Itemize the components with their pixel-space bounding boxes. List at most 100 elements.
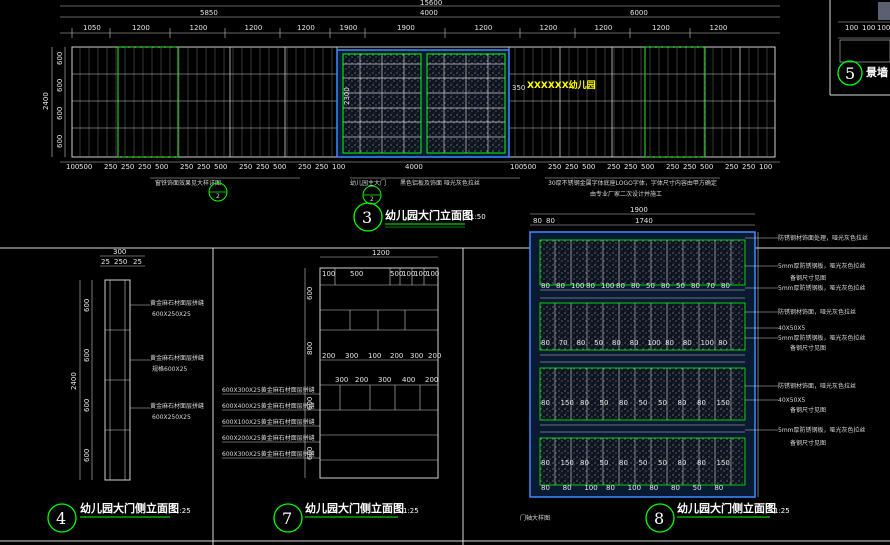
bottom-dim: 100 <box>510 163 523 171</box>
v8-dim: 80 <box>691 282 700 290</box>
gate-sign: XXXXXX幼儿园 <box>527 79 596 91</box>
svg-text:600X250X25: 600X250X25 <box>152 311 191 318</box>
v8-dim: 80 <box>619 399 628 407</box>
v8-size-tag: 备钢尺寸见图 <box>790 344 826 352</box>
svg-text:幼儿园大门侧立面图: 幼儿园大门侧立面图 <box>677 501 776 515</box>
top-seg-dim: 1200 <box>245 24 263 32</box>
v8-dim: 50 <box>676 282 685 290</box>
v8-note: 防锈钢材饰面，哑光灰色拉丝 <box>778 382 856 390</box>
v8-dim: 80 <box>661 282 670 290</box>
svg-text:1200: 1200 <box>372 249 390 257</box>
v7-dim: 500 <box>350 270 363 278</box>
svg-text:25: 25 <box>101 258 110 266</box>
bottom-dim: 500 <box>700 163 713 171</box>
bottom-dim: 250 <box>548 163 561 171</box>
v8-dim: 80 <box>683 339 692 347</box>
v8-dim: 80 <box>619 459 628 467</box>
v8-dim: 80 <box>612 339 621 347</box>
group-dim-center: 4000 <box>420 9 438 17</box>
bottom-dim: 250 <box>725 163 738 171</box>
left-total-height: 2400 <box>42 92 50 110</box>
ref-bubble-2b[interactable]: 2 <box>362 185 382 205</box>
svg-text:1:25: 1:25 <box>403 507 419 515</box>
top-seg-dim: 1200 <box>132 24 150 32</box>
svg-text:600X250X25: 600X250X25 <box>152 414 191 421</box>
bottom-dim: 500 <box>79 163 92 171</box>
view5: 100 100 100 5 景墙 <box>837 2 890 86</box>
v8-note: 40X50X5 <box>778 325 805 332</box>
gate <box>336 49 510 158</box>
svg-text:600: 600 <box>83 349 91 362</box>
v8-dim: 100 <box>601 282 614 290</box>
v7-dim: 300 <box>335 376 348 384</box>
bottom-dim: 250 <box>683 163 696 171</box>
svg-text:2400: 2400 <box>70 372 78 390</box>
v7-dim: 200 <box>425 376 438 384</box>
v8-dim: 100 <box>647 339 660 347</box>
v8-dim: 50 <box>646 282 655 290</box>
v8-dim: 70 <box>706 282 715 290</box>
v8-dim: 80 <box>541 484 550 492</box>
svg-text:幼儿园大门侧立面图: 幼儿园大门侧立面图 <box>80 501 179 515</box>
v7-note: 600X100X25黄金麻石材面层拼缝 <box>222 418 315 426</box>
gate-offset: 350 <box>512 84 525 92</box>
svg-text:门轴大样图: 门轴大样图 <box>520 514 550 522</box>
v8-dim: 80 <box>586 282 595 290</box>
group-dim-left: 5850 <box>200 9 218 17</box>
v8-dim: 50 <box>658 459 667 467</box>
v8-dim: 80 <box>671 484 680 492</box>
v8-dim: 70 <box>559 339 568 347</box>
cad-drawing-canvas[interactable]: 15600 5850 4000 6000 1050 1200 1200 1200 120… <box>0 0 890 545</box>
v7-note: 600X400X25黄金麻石材面层拼缝 <box>222 402 315 410</box>
v7-dim: 200 <box>428 352 441 360</box>
group-dim-right: 6000 <box>630 9 648 17</box>
v8-dim: 80 <box>580 459 589 467</box>
v8-dim: 80 <box>606 484 615 492</box>
bottom-dim: 250 <box>239 163 252 171</box>
v8-dim: 50 <box>594 339 603 347</box>
overall-dim: 15600 <box>420 0 442 7</box>
v8-dim: 150 <box>717 399 730 407</box>
bottom-dim: 100 <box>66 163 79 171</box>
top-seg-dim: 1200 <box>710 24 728 32</box>
v8-note: 5mm厚防锈钢板，哑光灰色拉丝 <box>778 426 866 434</box>
top-seg-dim: 1200 <box>297 24 315 32</box>
v8-note: 40X50X5 <box>778 397 805 404</box>
v8-size-tag: 备钢尺寸见图 <box>790 406 826 414</box>
left-h4: 600 <box>56 135 64 148</box>
svg-text:幼儿园大门立面图: 幼儿园大门立面图 <box>385 208 473 222</box>
v8-dim: 150 <box>561 399 574 407</box>
bottom-dim: 250 <box>180 163 193 171</box>
v8-dim: 100 <box>571 282 584 290</box>
svg-text:100: 100 <box>862 24 875 32</box>
bottom-dim: 250 <box>121 163 134 171</box>
top-seg-dim: 1200 <box>190 24 208 32</box>
v8-dim: 50 <box>639 459 648 467</box>
svg-text:5: 5 <box>845 64 855 83</box>
v8-note: 5mm厚防锈钢板，哑光灰色拉丝 <box>778 284 866 292</box>
v8-dim: 80 <box>616 282 625 290</box>
svg-text:3: 3 <box>362 208 372 227</box>
svg-text:800: 800 <box>306 342 314 355</box>
v8-dim: 100 <box>628 484 641 492</box>
svg-text:250: 250 <box>114 258 127 266</box>
v8-dim: 80 <box>541 399 550 407</box>
v8-dim: 80 <box>718 339 727 347</box>
v8-dim: 50 <box>600 459 609 467</box>
v7-dim: 400 <box>402 376 415 384</box>
v7-dim: 200 <box>390 352 403 360</box>
v8-dim: 50 <box>600 399 609 407</box>
svg-text:1900: 1900 <box>630 206 648 214</box>
segment-dims: 1050 1200 1200 1200 1200 1900 1900 1200 1200 1200… <box>71 24 728 38</box>
bottom-dim: 500 <box>155 163 168 171</box>
svg-text:2: 2 <box>370 196 374 203</box>
svg-text:黄金麻石材面层拼缝: 黄金麻石材面层拼缝 <box>150 402 204 410</box>
v8-dim: 80 <box>697 399 706 407</box>
v8-dim: 80 <box>580 399 589 407</box>
main-elevation: 15600 5850 4000 6000 1050 1200 1200 1200 120… <box>42 0 780 232</box>
view7: 1200 100 500 500100100100300 200 300 400 20020… <box>222 249 441 533</box>
view4: 300 25 250 25 2400 600 600 600 600 黄金麻石材… <box>47 248 204 533</box>
left-h2: 600 <box>56 79 64 92</box>
bottom-dim: 100 <box>759 163 772 171</box>
svg-text:1740: 1740 <box>635 217 653 225</box>
